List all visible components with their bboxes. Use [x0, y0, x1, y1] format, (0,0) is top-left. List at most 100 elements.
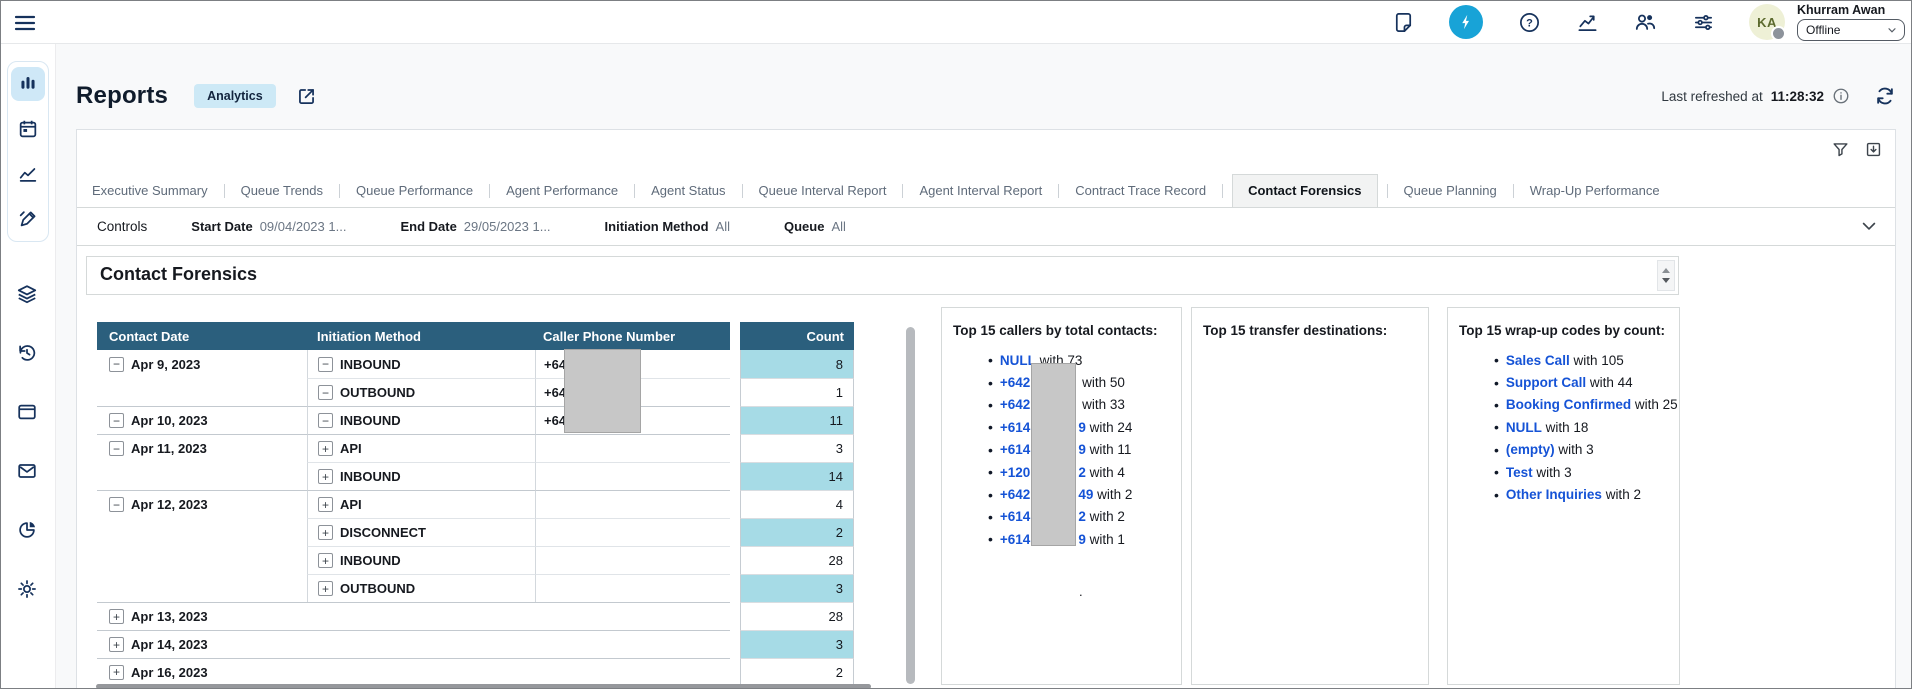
- bullet-icon: •: [1494, 375, 1499, 391]
- panel-link[interactable]: 9: [1078, 420, 1086, 435]
- svg-text:?: ?: [1526, 17, 1533, 29]
- bullet-icon: •: [988, 419, 993, 435]
- section-stepper[interactable]: [1657, 260, 1675, 291]
- gear-icon[interactable]: [10, 572, 44, 606]
- bar-chart-icon[interactable]: [11, 67, 45, 101]
- panel-link[interactable]: Sales Call: [1506, 353, 1570, 368]
- tab-separator: [224, 184, 225, 198]
- panel-link[interactable]: 9: [1078, 442, 1086, 457]
- panel-item-count: with 33: [1078, 397, 1125, 412]
- expand-toggle-icon[interactable]: +: [109, 665, 124, 680]
- filter-initiation-method[interactable]: Initiation MethodAll: [605, 219, 730, 234]
- tab-separator: [742, 184, 743, 198]
- window-icon[interactable]: [10, 395, 44, 429]
- calendar-icon[interactable]: [11, 112, 45, 146]
- col-header-initiation-method[interactable]: Initiation Method: [307, 322, 535, 350]
- collapse-toggle-icon[interactable]: −: [318, 357, 333, 372]
- panel-link[interactable]: Booking Confirmed: [1506, 397, 1631, 412]
- panel-link[interactable]: Support Call: [1506, 375, 1586, 390]
- panel-link[interactable]: +642: [1000, 375, 1030, 390]
- user-block: Khurram Awan Offline: [1797, 3, 1905, 41]
- expand-toggle-icon[interactable]: +: [318, 581, 333, 596]
- panel-link[interactable]: 9: [1078, 532, 1086, 547]
- panel-link[interactable]: +642: [1000, 397, 1030, 412]
- lightning-icon[interactable]: [1449, 5, 1483, 39]
- brush-icon[interactable]: [11, 202, 45, 236]
- panel-link[interactable]: +614: [1000, 532, 1030, 547]
- collapse-toggle-icon[interactable]: −: [109, 357, 124, 372]
- panel-list-item: •Test with 3: [1448, 461, 1679, 483]
- info-icon[interactable]: [1832, 87, 1850, 105]
- collapse-toggle-icon[interactable]: −: [318, 385, 333, 400]
- tab-agent-performance[interactable]: Agent Performance: [499, 183, 625, 207]
- panel-link[interactable]: +120: [1000, 465, 1030, 480]
- expand-toggle-icon[interactable]: +: [318, 469, 333, 484]
- panel-list-item: •Sales Call with 105: [1448, 349, 1679, 371]
- col-header-caller-phone[interactable]: Caller Phone Number: [535, 322, 730, 350]
- panel-link[interactable]: +614: [1000, 442, 1030, 457]
- status-select[interactable]: Offline: [1797, 19, 1905, 41]
- tab-contact-forensics[interactable]: Contact Forensics: [1232, 174, 1377, 207]
- tab-executive-summary[interactable]: Executive Summary: [85, 183, 215, 207]
- panel-link[interactable]: NULL: [1506, 420, 1542, 435]
- expand-toggle-icon[interactable]: +: [109, 637, 124, 652]
- filter-icon[interactable]: [1831, 140, 1850, 159]
- panel-link[interactable]: +614: [1000, 509, 1030, 524]
- filter-queue[interactable]: QueueAll: [784, 219, 846, 234]
- refresh-icon[interactable]: [1874, 85, 1896, 107]
- panel-link[interactable]: Other Inquiries: [1506, 487, 1602, 502]
- collapse-toggle-icon[interactable]: −: [109, 441, 124, 456]
- filter-start-date[interactable]: Start Date09/04/2023 1...: [191, 219, 346, 234]
- panel-link[interactable]: (empty): [1506, 442, 1555, 457]
- stepper-up-icon[interactable]: [1662, 268, 1670, 273]
- hamburger-menu-icon[interactable]: [13, 11, 37, 35]
- tab-contract-trace-record[interactable]: Contract Trace Record: [1068, 183, 1213, 207]
- panel-link[interactable]: Test: [1506, 465, 1533, 480]
- collapse-toggle-icon[interactable]: −: [109, 497, 124, 512]
- line-chart-icon[interactable]: [11, 157, 45, 191]
- note-icon[interactable]: [1391, 10, 1415, 34]
- mail-icon[interactable]: [10, 454, 44, 488]
- tab-agent-status[interactable]: Agent Status: [644, 183, 732, 207]
- expand-toggle-icon[interactable]: +: [318, 525, 333, 540]
- panel-link[interactable]: 2: [1078, 509, 1086, 524]
- users-icon[interactable]: [1633, 10, 1657, 34]
- tab-queue-planning[interactable]: Queue Planning: [1397, 183, 1504, 207]
- download-icon[interactable]: [1864, 140, 1883, 159]
- expand-toggle-icon[interactable]: +: [318, 441, 333, 456]
- controls-bar: Controls Start Date09/04/2023 1...End Da…: [77, 208, 1895, 246]
- panel-item-count: with 1: [1086, 532, 1125, 547]
- stepper-down-icon[interactable]: [1662, 278, 1670, 283]
- horizontal-scrollbar[interactable]: [96, 684, 871, 689]
- left-sidebar: [1, 43, 56, 688]
- collapse-toggle-icon[interactable]: −: [109, 413, 124, 428]
- layers-icon[interactable]: [10, 277, 44, 311]
- tab-queue-interval-report[interactable]: Queue Interval Report: [752, 183, 894, 207]
- filter-end-date[interactable]: End Date29/05/2023 1...: [400, 219, 550, 234]
- panel-list-item: •(empty) with 3: [1448, 439, 1679, 461]
- panel-link[interactable]: 49: [1078, 487, 1093, 502]
- panel-link[interactable]: +614: [1000, 420, 1030, 435]
- help-icon[interactable]: ?: [1517, 10, 1541, 34]
- metrics-icon[interactable]: [1575, 10, 1599, 34]
- tab-queue-performance[interactable]: Queue Performance: [349, 183, 480, 207]
- pie-chart-icon[interactable]: [10, 513, 44, 547]
- col-header-count[interactable]: Count: [740, 322, 854, 350]
- tab-wrap-up-performance[interactable]: Wrap-Up Performance: [1523, 183, 1667, 207]
- vertical-scrollbar[interactable]: [906, 327, 915, 684]
- col-header-contact-date[interactable]: Contact Date: [97, 322, 307, 350]
- expand-toggle-icon[interactable]: +: [109, 609, 124, 624]
- history-icon[interactable]: [10, 336, 44, 370]
- collapse-toggle-icon[interactable]: −: [318, 413, 333, 428]
- panel-link[interactable]: +642: [1000, 487, 1030, 502]
- status-select-value: Offline: [1806, 23, 1840, 37]
- external-link-icon[interactable]: [296, 86, 317, 107]
- expand-toggle-icon[interactable]: +: [318, 497, 333, 512]
- controls-collapse-chevron-icon[interactable]: [1859, 216, 1879, 236]
- avatar[interactable]: KA: [1749, 4, 1785, 40]
- tab-queue-trends[interactable]: Queue Trends: [234, 183, 330, 207]
- tab-agent-interval-report[interactable]: Agent Interval Report: [912, 183, 1049, 207]
- panel-link[interactable]: 2: [1078, 465, 1086, 480]
- expand-toggle-icon[interactable]: +: [318, 553, 333, 568]
- sliders-icon[interactable]: [1691, 10, 1715, 34]
